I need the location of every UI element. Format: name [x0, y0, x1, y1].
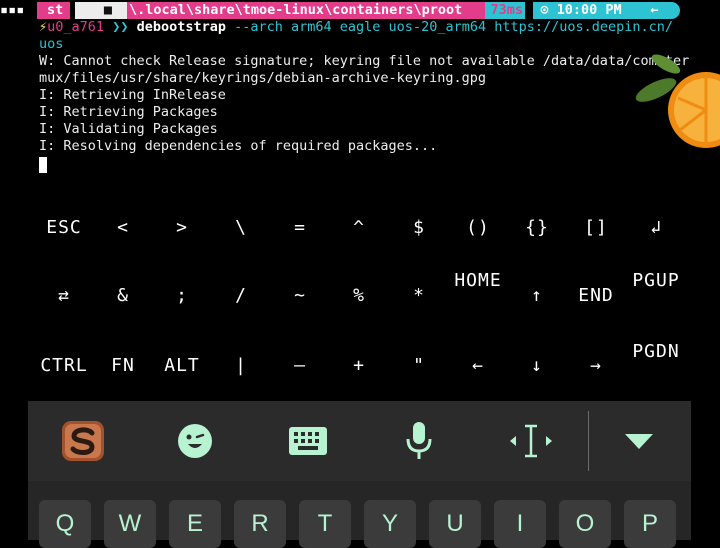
key-t[interactable]: T	[299, 500, 351, 548]
key-semicolon[interactable]: ;	[152, 285, 212, 307]
command-line: ⚡u0_a761 ❯❯ debootstrap --arch arm64 eag…	[39, 19, 673, 36]
key-dash[interactable]: —	[270, 355, 330, 377]
key-backslash[interactable]: \	[211, 217, 271, 239]
key-asterisk[interactable]: *	[389, 285, 449, 307]
key-quote[interactable]: "	[389, 355, 449, 377]
lightning-icon: ⚡	[39, 19, 48, 35]
key-pipe[interactable]: |	[211, 355, 271, 377]
key-tilde[interactable]: ~	[270, 285, 330, 307]
key-w[interactable]: W	[104, 500, 156, 548]
key-ampersand[interactable]: &	[93, 285, 153, 307]
key-pgup[interactable]: PGUP	[626, 267, 686, 323]
enter-icon[interactable]: ↲	[626, 217, 686, 239]
emoji-wink-icon[interactable]	[168, 401, 222, 481]
command-chevron: ❯❯	[112, 19, 129, 35]
key-alt[interactable]: ALT	[152, 355, 212, 377]
key-braces[interactable]: {}	[507, 217, 567, 239]
swype-logo-icon[interactable]	[56, 401, 110, 481]
key-brackets[interactable]: []	[566, 217, 626, 239]
command-name: debootstrap	[136, 19, 226, 35]
prompt-indicator: ▪▪▪	[0, 2, 25, 18]
key-esc[interactable]: ESC	[34, 217, 94, 239]
output-line: I: Validating Packages	[39, 121, 218, 137]
output-line: I: Retrieving Packages	[39, 104, 218, 120]
prompt-bar: st ■ \.local\share\tmoe-linux\containers…	[37, 2, 680, 19]
key-plus[interactable]: +	[329, 355, 389, 377]
collapse-chevron-icon[interactable]	[612, 401, 666, 481]
keyboard-toolbar	[28, 401, 691, 481]
orange-slice-decoration	[635, 54, 720, 148]
microphone-icon[interactable]	[392, 401, 446, 481]
arrow-left-icon[interactable]: ←	[448, 355, 508, 377]
key-o[interactable]: O	[559, 500, 611, 548]
key-home[interactable]: HOME	[448, 267, 508, 323]
command-continuation: uos	[39, 36, 64, 52]
output-line: mux/files/usr/share/keyrings/debian-arch…	[39, 70, 487, 86]
terminal-output[interactable]: ▪▪▪ st ■ \.local\share\tmoe-linux\contai…	[0, 0, 720, 200]
arrow-right-icon[interactable]: →	[566, 355, 626, 377]
key-p[interactable]: P	[624, 500, 676, 548]
key-u[interactable]: U	[429, 500, 481, 548]
key-y[interactable]: Y	[364, 500, 416, 548]
extra-keys-bar: ESC < > \ = ^ $ () {} [] ↲ ⇄ & ; / ~ % *…	[0, 200, 720, 400]
prompt-duration: 73ms	[485, 2, 525, 19]
tab-icon[interactable]: ⇄	[34, 285, 94, 307]
prompt-user-segment: st	[37, 2, 70, 19]
key-end[interactable]: END	[566, 285, 626, 307]
key-dollar[interactable]: $	[389, 217, 449, 239]
output-line: I: Resolving dependencies of required pa…	[39, 138, 438, 154]
command-args: --arch arm64 eagle uos-20_arm64 https://…	[226, 19, 674, 35]
key-caret[interactable]: ^	[329, 217, 389, 239]
command-user: u0_a761	[47, 19, 105, 35]
key-equals[interactable]: =	[270, 217, 330, 239]
prompt-clock: ⊙ 10:00 PM	[533, 2, 629, 19]
key-greater-than[interactable]: >	[152, 217, 212, 239]
key-less-than[interactable]: <	[93, 217, 153, 239]
key-i[interactable]: I	[494, 500, 546, 548]
toolbar-divider	[588, 411, 589, 471]
output-line: W: Cannot check Release signature; keyri…	[39, 53, 690, 69]
key-slash[interactable]: /	[211, 285, 271, 307]
prompt-arrow: ←	[629, 2, 680, 19]
terminal-cursor	[39, 157, 47, 173]
key-q[interactable]: Q	[39, 500, 91, 548]
key-fn[interactable]: FN	[93, 355, 153, 377]
soft-keyboard: Q W E R T Y U I O P	[28, 481, 691, 548]
prompt-path: \.local\share\tmoe-linux\containers\proo…	[127, 2, 507, 19]
arrow-up-icon[interactable]: ↑	[507, 285, 567, 307]
key-ctrl[interactable]: CTRL	[34, 355, 94, 377]
text-cursor-icon[interactable]	[504, 401, 558, 481]
key-pgdn[interactable]: PGDN	[626, 338, 686, 394]
key-percent[interactable]: %	[329, 285, 389, 307]
output-line: I: Retrieving InRelease	[39, 87, 226, 103]
key-e[interactable]: E	[169, 500, 221, 548]
arrow-down-icon[interactable]: ↓	[507, 355, 567, 377]
key-r[interactable]: R	[234, 500, 286, 548]
keyboard-icon[interactable]	[281, 401, 335, 481]
key-parens[interactable]: ()	[448, 217, 508, 239]
